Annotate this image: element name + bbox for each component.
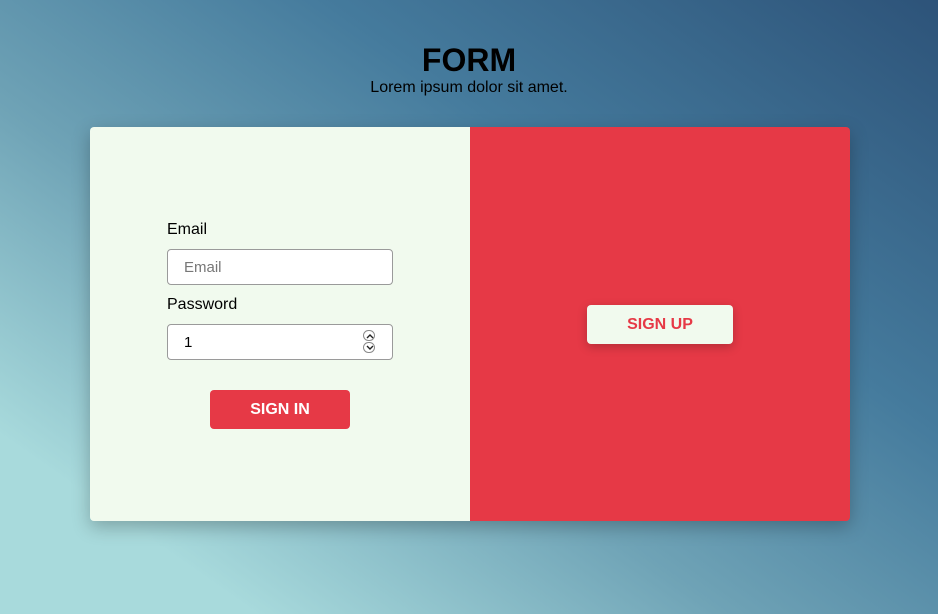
form-card: Email Password SIGN IN SI <box>90 127 850 521</box>
signin-panel: Email Password SIGN IN <box>90 127 470 521</box>
signup-panel: SIGN UP <box>470 127 850 521</box>
sign-in-button[interactable]: SIGN IN <box>210 390 350 429</box>
number-spinner <box>363 330 376 354</box>
sign-up-button[interactable]: SIGN UP <box>587 305 733 344</box>
email-field-wrapper <box>167 249 393 285</box>
chevron-up-icon <box>366 334 374 339</box>
password-label: Password <box>167 296 238 313</box>
email-label: Email <box>167 221 208 238</box>
page-subtitle: Lorem ipsum dolor sit amet. <box>370 79 568 96</box>
email-field[interactable] <box>168 250 364 284</box>
spinner-up-button[interactable] <box>363 330 375 341</box>
password-field-wrapper <box>167 324 393 360</box>
page-title: FORM <box>421 42 517 78</box>
chevron-down-icon <box>366 345 374 350</box>
spinner-down-button[interactable] <box>363 342 375 353</box>
password-field[interactable] <box>168 325 364 359</box>
page-header: FORM Lorem ipsum dolor sit amet. <box>0 41 938 97</box>
